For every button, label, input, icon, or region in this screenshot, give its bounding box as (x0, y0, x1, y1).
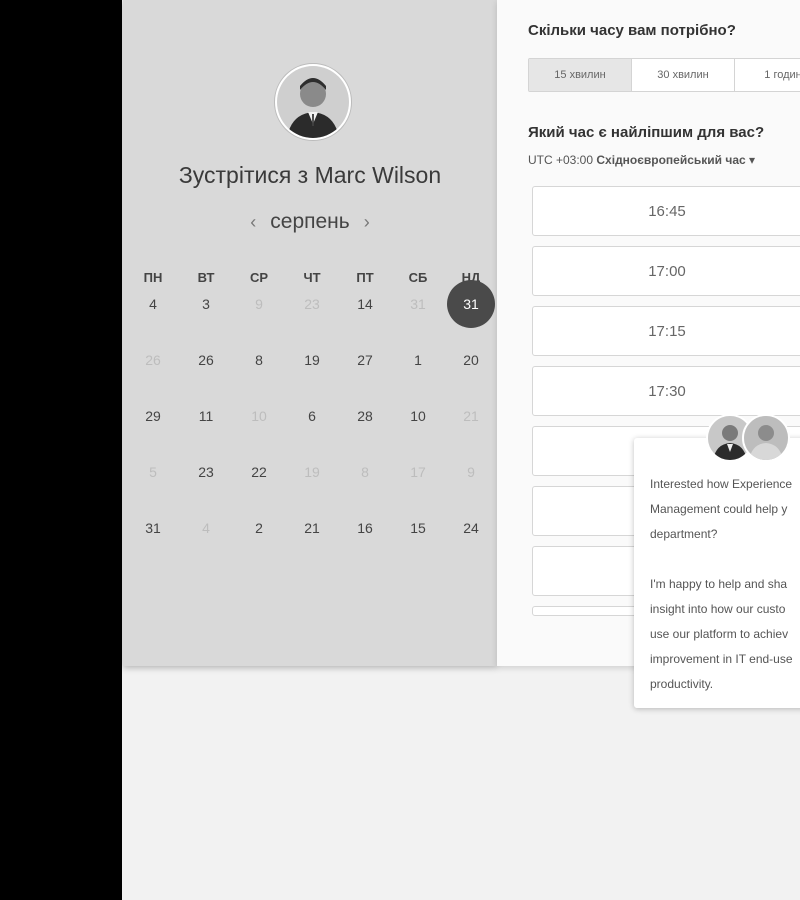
timezone-name: Східноєвропейський час (596, 153, 746, 167)
duration-option-30[interactable]: 30 хвилин (632, 59, 735, 91)
calendar-day[interactable]: 1 (392, 352, 444, 368)
calendar-day[interactable]: 29 (127, 408, 179, 424)
chat-message: Interested how Experience Management cou… (650, 477, 793, 691)
host-avatar (275, 64, 351, 140)
calendar-day[interactable]: 14 (339, 296, 391, 312)
calendar-day[interactable]: 10 (392, 408, 444, 424)
weekday-header: ПН (143, 270, 163, 285)
calendar-day[interactable]: 28 (339, 408, 391, 424)
time-question: Який час є найліпшим для вас? (528, 124, 765, 141)
chat-popup[interactable]: Interested how Experience Management cou… (634, 438, 800, 708)
calendar-day: 19 (304, 464, 320, 480)
time-slot[interactable]: 17:00 (532, 246, 800, 296)
calendar-day[interactable]: 23 (180, 464, 232, 480)
calendar-day[interactable]: 27 (339, 352, 391, 368)
timezone-offset: UTC +03:00 (528, 153, 594, 167)
month-navigation: ‹ серпень › (123, 210, 497, 234)
duration-question: Скільки часу вам потрібно? (528, 22, 736, 39)
calendar-day: 17 (410, 464, 426, 480)
calendar-day[interactable]: 16 (339, 520, 391, 536)
agent-avatar-2 (742, 414, 790, 462)
calendar-day[interactable]: 21 (286, 520, 338, 536)
calendar-day[interactable]: 3 (180, 296, 232, 312)
time-slot[interactable]: 17:30 (532, 366, 800, 416)
prev-month-icon[interactable]: ‹ (250, 212, 256, 233)
calendar-panel: Зустрітися з Marc Wilson ‹ серпень › ПН ВТ С… (123, 0, 497, 666)
calendar-day: 8 (361, 464, 369, 480)
duration-selector: 15 хвилин 30 хвилин 1 годин (528, 58, 800, 92)
calendar-day: 26 (145, 352, 161, 368)
calendar-day[interactable]: 2 (233, 520, 285, 536)
calendar-day[interactable]: 6 (286, 408, 338, 424)
calendar-day[interactable]: 15 (392, 520, 444, 536)
meeting-title: Зустрітися з Marc Wilson (178, 162, 442, 188)
calendar-day[interactable]: 24 (445, 520, 497, 536)
duration-option-15[interactable]: 15 хвилин (529, 59, 632, 91)
calendar-day: 23 (304, 296, 320, 312)
selected-day[interactable]: 31 (445, 296, 497, 312)
duration-option-60[interactable]: 1 годин (735, 59, 800, 91)
time-slot[interactable]: 17:15 (532, 306, 800, 356)
calendar-day: 10 (251, 408, 267, 424)
calendar-day: 9 (255, 296, 263, 312)
calendar-day[interactable]: 20 (445, 352, 497, 368)
calendar-day[interactable]: 8 (233, 352, 285, 368)
calendar-day[interactable]: 4 (127, 296, 179, 312)
weekday-header: ПТ (356, 270, 374, 285)
calendar-day[interactable]: 11 (180, 408, 232, 424)
calendar-day[interactable]: 31 (127, 520, 179, 536)
calendar-day: 21 (463, 408, 479, 424)
left-black-area (0, 0, 122, 900)
calendar-day[interactable]: 22 (233, 464, 285, 480)
calendar-day: 4 (202, 520, 210, 536)
weekday-header: ЧТ (303, 270, 321, 285)
timezone-selector[interactable]: UTC +03:00 Східноєвропейський час ▾ (528, 153, 755, 167)
weekday-header: СР (249, 270, 269, 285)
timezone-caret-icon: ▾ (749, 153, 756, 167)
next-month-icon[interactable]: › (364, 212, 370, 233)
calendar-day[interactable]: 26 (180, 352, 232, 368)
calendar-day: 5 (149, 464, 157, 480)
calendar-day[interactable]: 19 (286, 352, 338, 368)
weekday-header: СБ (408, 270, 428, 285)
time-slot[interactable]: 16:45 (532, 186, 800, 236)
weekday-header: ВТ (197, 270, 215, 285)
calendar-day: 31 (410, 296, 426, 312)
month-label: серпень (270, 210, 350, 233)
calendar-day: 9 (467, 464, 475, 480)
